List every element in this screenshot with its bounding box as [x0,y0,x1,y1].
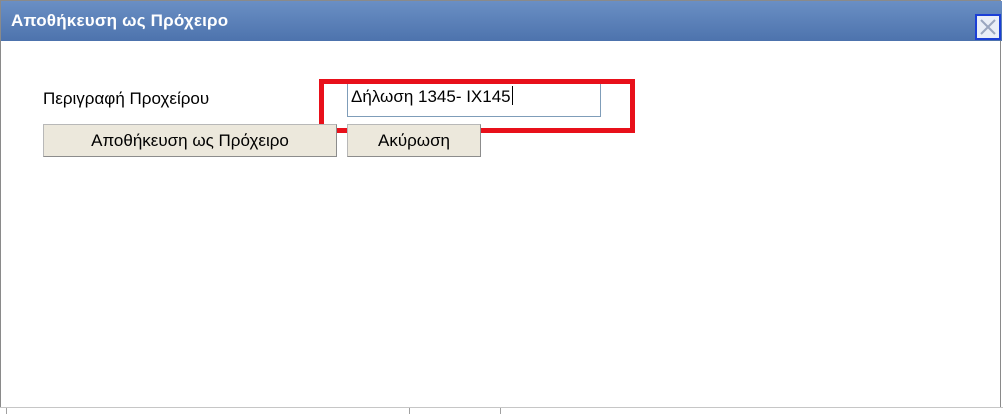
divider [500,408,501,414]
divider [409,408,410,414]
save-as-draft-button[interactable]: Αποθήκευση ως Πρόχειρο [43,124,337,157]
dialog-title: Αποθήκευση ως Πρόχειρο [11,11,229,30]
close-icon [980,19,996,35]
save-as-draft-dialog: Αποθήκευση ως Πρόχειρο Περιγραφή Προχείρ… [0,0,1002,408]
description-label: Περιγραφή Προχείρου [43,89,210,108]
dialog-titlebar: Αποθήκευση ως Πρόχειρο [1,1,1002,41]
close-button[interactable] [975,14,1001,40]
divider [6,408,7,414]
cancel-button[interactable]: Ακύρωση [347,124,481,157]
